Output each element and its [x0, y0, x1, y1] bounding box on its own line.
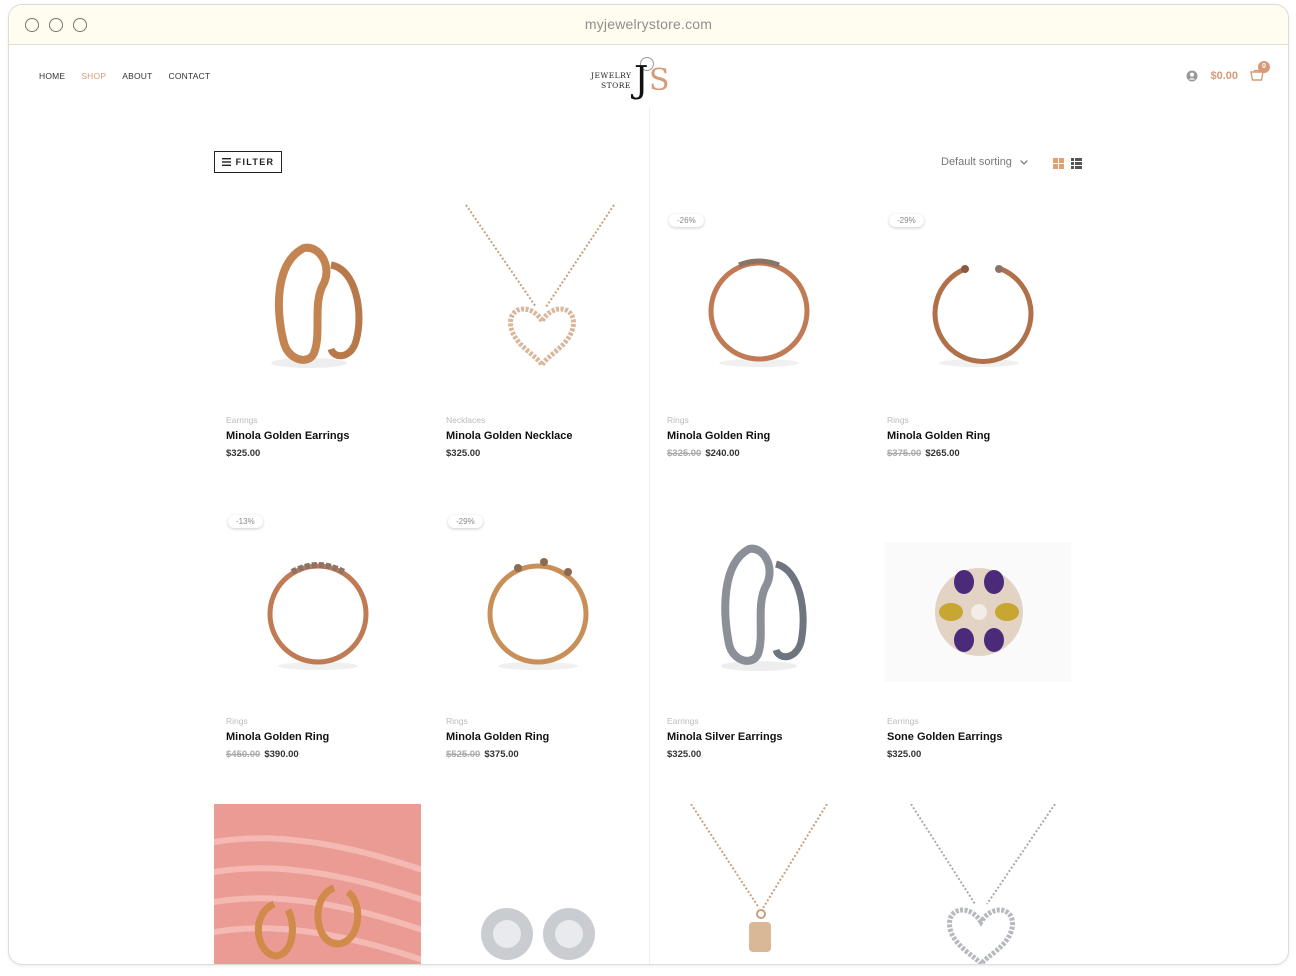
discount-badge: -29% — [889, 214, 924, 227]
cart-total[interactable]: $0.00 — [1210, 70, 1238, 82]
product-image-flower-earrings[interactable] — [875, 504, 1085, 704]
user-icon[interactable] — [1186, 70, 1198, 82]
product-category: Earrings — [667, 716, 699, 726]
product-name[interactable]: Minola Silver Earrings — [667, 731, 783, 743]
logo-letter-s: S — [649, 63, 670, 98]
product-image-hoop-earrings-pink[interactable] — [214, 804, 421, 964]
sorting-select[interactable]: Default sorting — [941, 156, 1028, 168]
store-logo[interactable]: JEWELRY STORE J S — [591, 57, 673, 105]
product-category: Necklaces — [446, 415, 486, 425]
product-image-silver-heart-necklace[interactable] — [875, 804, 1085, 964]
product-old-price: $375.00 — [887, 448, 922, 459]
product-name[interactable]: Minola Golden Earrings — [226, 430, 349, 442]
logo-text-line1: JEWELRY — [591, 71, 632, 80]
product-name[interactable]: Minola Golden Ring — [226, 731, 329, 743]
browser-titlebar: myjewelrystore.com — [9, 5, 1288, 45]
product-image-golden-ring[interactable] — [434, 504, 644, 704]
browser-window: myjewelrystore.com HOME SHOP ABOUT CONTA… — [8, 4, 1289, 965]
sorting-label: Default sorting — [941, 156, 1012, 168]
product-price-block: $450.00 $390.00 — [226, 749, 299, 760]
product-price: $265.00 — [925, 448, 960, 459]
product-category: Earrings — [887, 716, 919, 726]
product-old-price: $450.00 — [226, 749, 261, 760]
product-category: Earrings — [226, 415, 258, 425]
main-navigation: HOME SHOP ABOUT CONTACT — [39, 71, 210, 81]
product-image-golden-necklace[interactable] — [434, 203, 644, 403]
product-category: Rings — [887, 415, 909, 425]
list-view-icon[interactable] — [1071, 158, 1082, 169]
nav-shop[interactable]: SHOP — [81, 71, 106, 81]
product-name[interactable]: Minola Golden Ring — [667, 430, 770, 442]
product-price: $325.00 — [887, 749, 922, 760]
product-image-silver-earrings[interactable] — [655, 504, 865, 704]
logo-text-line2: STORE — [601, 81, 631, 90]
cart-count-badge: 0 — [1258, 61, 1270, 73]
product-category: Rings — [446, 716, 468, 726]
product-name[interactable]: Sone Golden Earrings — [887, 731, 1003, 743]
grid-divider — [649, 108, 650, 964]
product-old-price: $325.00 — [667, 448, 702, 459]
cart-button[interactable]: 0 — [1250, 61, 1270, 82]
product-category: Rings — [667, 415, 689, 425]
product-card[interactable] — [214, 804, 424, 964]
address-bar-url[interactable]: myjewelrystore.com — [9, 16, 1288, 32]
discount-badge: -13% — [228, 515, 263, 528]
header-actions: $0.00 0 — [1186, 61, 1270, 82]
nav-home[interactable]: HOME — [39, 71, 65, 81]
product-image-golden-ring[interactable] — [655, 203, 865, 403]
product-price: $325.00 — [667, 749, 702, 760]
product-card[interactable] — [655, 804, 865, 964]
product-image-golden-ring[interactable] — [214, 504, 424, 704]
nav-contact[interactable]: CONTACT — [168, 71, 210, 81]
product-image-golden-ring[interactable] — [875, 203, 1085, 403]
discount-badge: -26% — [669, 214, 704, 227]
product-price-block: $525.00 $375.00 — [446, 749, 519, 760]
product-name[interactable]: Minola Golden Necklace — [446, 430, 573, 442]
logo-letter-j: J — [634, 60, 649, 101]
product-price: $325.00 — [226, 448, 261, 459]
product-price-block: $375.00 $265.00 — [887, 448, 960, 459]
product-name[interactable]: Minola Golden Ring — [887, 430, 990, 442]
product-old-price: $525.00 — [446, 749, 481, 760]
product-price: $390.00 — [264, 749, 299, 760]
product-category: Rings — [226, 716, 248, 726]
product-price: $375.00 — [484, 749, 519, 760]
product-price: $240.00 — [705, 448, 740, 459]
product-name[interactable]: Minola Golden Ring — [446, 731, 549, 743]
product-card[interactable] — [434, 804, 644, 964]
product-price-block: $325.00 $240.00 — [667, 448, 740, 459]
nav-about[interactable]: ABOUT — [122, 71, 152, 81]
product-image-golden-earrings[interactable] — [214, 203, 424, 403]
chevron-down-icon — [1020, 159, 1028, 165]
discount-badge: -29% — [448, 515, 483, 528]
filter-label: FILTER — [235, 157, 275, 167]
filter-lines-icon — [221, 158, 231, 166]
product-image-diamond-studs[interactable] — [434, 804, 644, 964]
product-price: $325.00 — [446, 448, 481, 459]
filter-button[interactable]: FILTER — [214, 151, 282, 173]
product-card[interactable] — [875, 804, 1085, 964]
product-image-pendant-necklace[interactable] — [655, 804, 865, 964]
grid-view-icon[interactable] — [1053, 158, 1064, 169]
